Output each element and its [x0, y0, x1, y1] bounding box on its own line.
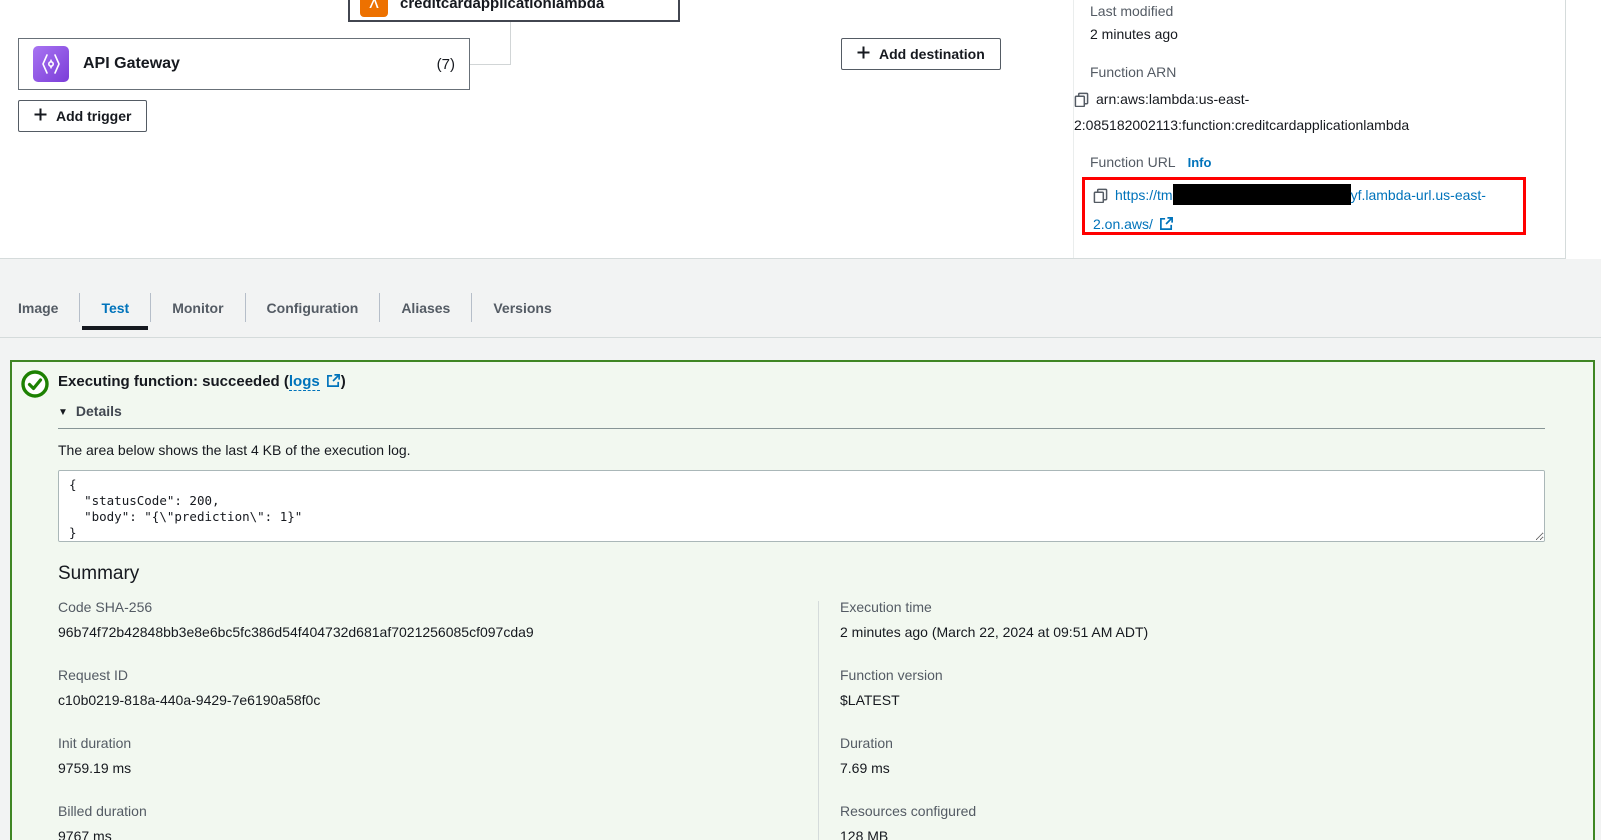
field-label: Execution time: [840, 599, 1148, 615]
execution-result-panel: Executing function: succeeded (logs ) ▼ D…: [10, 360, 1595, 840]
add-destination-label: Add destination: [879, 46, 985, 62]
plus-icon: [857, 46, 870, 62]
field-value: 7.69 ms: [840, 758, 1148, 778]
summary-grid: Code SHA-256 96b74f72b42848bb3e8e6bc5fc3…: [58, 599, 1545, 840]
field-label: Resources configured: [840, 803, 1148, 819]
status-text-close: ): [341, 373, 346, 390]
field-value: 9759.19 ms: [58, 758, 818, 778]
graph-connector-horizontal: [470, 64, 511, 65]
summary-field-execution-time: Execution time 2 minutes ago (March 22, …: [840, 599, 1148, 642]
function-url-line1: https://tm yf.lambda-url.us-east-: [1093, 182, 1515, 211]
field-label: Init duration: [58, 735, 818, 751]
lambda-node-label: creditcardapplicationlambda: [400, 0, 604, 12]
function-url-label: Function URL: [1090, 154, 1176, 170]
tab-versions[interactable]: Versions: [472, 281, 572, 334]
tab-aliases[interactable]: Aliases: [380, 281, 471, 334]
trigger-count-badge: (7): [437, 56, 455, 73]
field-label: Code SHA-256: [58, 599, 818, 615]
field-value: 9767 ms: [58, 826, 818, 840]
add-trigger-label: Add trigger: [56, 108, 131, 124]
tab-configuration[interactable]: Configuration: [246, 281, 380, 334]
function-url-annotation-box: https://tm yf.lambda-url.us-east- 2.on.aw…: [1082, 177, 1526, 235]
details-toggle[interactable]: ▼ Details: [58, 403, 1545, 419]
redaction-bar: [1173, 184, 1351, 205]
summary-column-right: Execution time 2 minutes ago (March 22, …: [818, 599, 1148, 840]
api-gateway-node-label: API Gateway: [83, 55, 180, 73]
function-arn-label: Function ARN: [1090, 64, 1176, 80]
details-label: Details: [76, 403, 122, 419]
lambda-console-page: λ creditcardapplicationlambda API Gatewa…: [0, 0, 1601, 840]
field-value: c10b0219-818a-440a-9429-7e6190a58f0c: [58, 690, 818, 710]
details-divider: [58, 428, 1545, 429]
field-label: Billed duration: [58, 803, 818, 819]
summary-field-request-id: Request ID c10b0219-818a-440a-9429-7e619…: [58, 667, 818, 710]
api-gateway-trigger-node[interactable]: API Gateway (7): [18, 38, 470, 90]
summary-field-init-duration: Init duration 9759.19 ms: [58, 735, 818, 778]
field-value: 128 MB: [840, 826, 1148, 840]
summary-column-divider: [818, 601, 819, 840]
function-url-link[interactable]: https://tm yf.lambda-url.us-east-: [1115, 187, 1486, 203]
summary-field-resources-configured: Resources configured 128 MB: [840, 803, 1148, 840]
field-label: Function version: [840, 667, 1148, 683]
tab-label: Monitor: [172, 300, 223, 316]
summary-field-duration: Duration 7.69 ms: [840, 735, 1148, 778]
last-modified-label: Last modified: [1090, 3, 1173, 19]
function-url-middle: yf.lambda-url.us-east-: [1351, 187, 1486, 203]
summary-column-left: Code SHA-256 96b74f72b42848bb3e8e6bc5fc3…: [58, 599, 818, 840]
tab-label: Image: [18, 300, 58, 316]
function-tabstrip: Image Test Monitor Configuration Aliases…: [0, 259, 1601, 338]
tab-label: Aliases: [401, 300, 450, 316]
status-text: Executing function: succeeded (: [58, 373, 289, 390]
field-value: $LATEST: [840, 690, 1148, 710]
info-link[interactable]: Info: [1188, 155, 1212, 170]
tabstrip-border: [0, 337, 1601, 338]
lambda-function-node[interactable]: λ creditcardapplicationlambda: [348, 0, 680, 22]
function-details-panel: Last modified 2 minutes ago Function ARN…: [1072, 0, 1564, 258]
external-link-icon[interactable]: [1159, 213, 1174, 235]
caret-down-icon: ▼: [58, 407, 68, 418]
function-arn-row: arn:aws:lambda:us-east-2:085182002113:fu…: [1074, 88, 1552, 137]
execution-status-line: Executing function: succeeded (logs ): [58, 362, 1545, 392]
tab-label: Configuration: [267, 300, 359, 316]
tab-label: Test: [101, 300, 129, 316]
add-trigger-button[interactable]: Add trigger: [18, 100, 147, 132]
field-value: 96b74f72b42848bb3e8e6bc5fc386d54f404732d…: [58, 622, 818, 642]
copy-icon[interactable]: [1093, 185, 1108, 211]
field-label: Request ID: [58, 667, 818, 683]
copy-icon[interactable]: [1074, 91, 1089, 114]
graph-connector-vertical: [510, 22, 511, 64]
summary-field-billed-duration: Billed duration 9767 ms: [58, 803, 818, 840]
function-arn-value: arn:aws:lambda:us-east-2:085182002113:fu…: [1074, 91, 1409, 133]
function-overview-card: λ creditcardapplicationlambda API Gatewa…: [0, 0, 1566, 259]
summary-field-function-version: Function version $LATEST: [840, 667, 1148, 710]
result-panel-content: Executing function: succeeded (logs ) ▼ D…: [58, 362, 1545, 840]
function-url-prefix: https://tm: [1115, 187, 1173, 203]
api-gateway-icon: [33, 46, 69, 82]
field-value: 2 minutes ago (March 22, 2024 at 09:51 A…: [840, 622, 1148, 642]
function-url-line2: 2.on.aws/: [1093, 211, 1515, 235]
tab-image[interactable]: Image: [0, 281, 79, 334]
summary-title: Summary: [58, 563, 1545, 585]
tabs: Image Test Monitor Configuration Aliases…: [0, 281, 573, 334]
add-destination-button[interactable]: Add destination: [841, 38, 1001, 70]
external-link-icon[interactable]: [326, 373, 341, 392]
tab-label: Versions: [493, 300, 551, 316]
function-url-label-row: Function URL Info: [1090, 154, 1211, 170]
success-check-icon: [20, 369, 50, 404]
log-note: The area below shows the last 4 KB of th…: [58, 442, 1545, 458]
field-label: Duration: [840, 735, 1148, 751]
last-modified-value: 2 minutes ago: [1090, 26, 1178, 42]
execution-log-output[interactable]: { "statusCode": 200, "body": "{\"predict…: [58, 470, 1545, 542]
plus-icon: [34, 108, 47, 124]
function-url-link[interactable]: 2.on.aws/: [1093, 216, 1153, 232]
function-url-suffix: 2.on.aws/: [1093, 216, 1153, 232]
tab-monitor[interactable]: Monitor: [151, 281, 244, 334]
logs-link[interactable]: logs: [289, 373, 320, 391]
summary-field-code-sha: Code SHA-256 96b74f72b42848bb3e8e6bc5fc3…: [58, 599, 818, 642]
tab-test[interactable]: Test: [80, 281, 150, 334]
lambda-icon: λ: [360, 0, 388, 17]
